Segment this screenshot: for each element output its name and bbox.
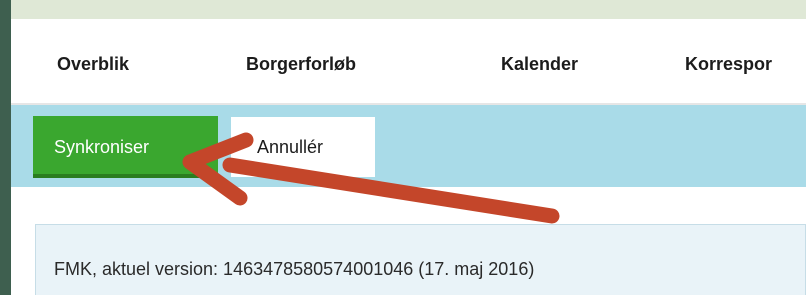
tab-kalender[interactable]: Kalender [501, 54, 578, 75]
fmk-version-panel: FMK, aktuel version: 1463478580574001046… [35, 224, 806, 295]
tab-korrespondance[interactable]: Korrespor [685, 54, 772, 75]
spacer [11, 187, 806, 224]
sync-button[interactable]: Synkroniser [33, 116, 218, 178]
left-rail [0, 0, 11, 295]
top-strip [11, 0, 806, 19]
main-nav: Overblik Borgerforløb Kalender Korrespor [11, 23, 806, 105]
tab-overblik[interactable]: Overblik [57, 54, 129, 75]
action-toolbar: Synkroniser Annullér [11, 105, 806, 187]
cancel-button[interactable]: Annullér [231, 117, 375, 177]
tab-borgerforloeb[interactable]: Borgerforløb [246, 54, 356, 75]
app-frame: Overblik Borgerforløb Kalender Korrespor… [0, 0, 806, 295]
fmk-version-text: FMK, aktuel version: 1463478580574001046… [54, 259, 535, 279]
